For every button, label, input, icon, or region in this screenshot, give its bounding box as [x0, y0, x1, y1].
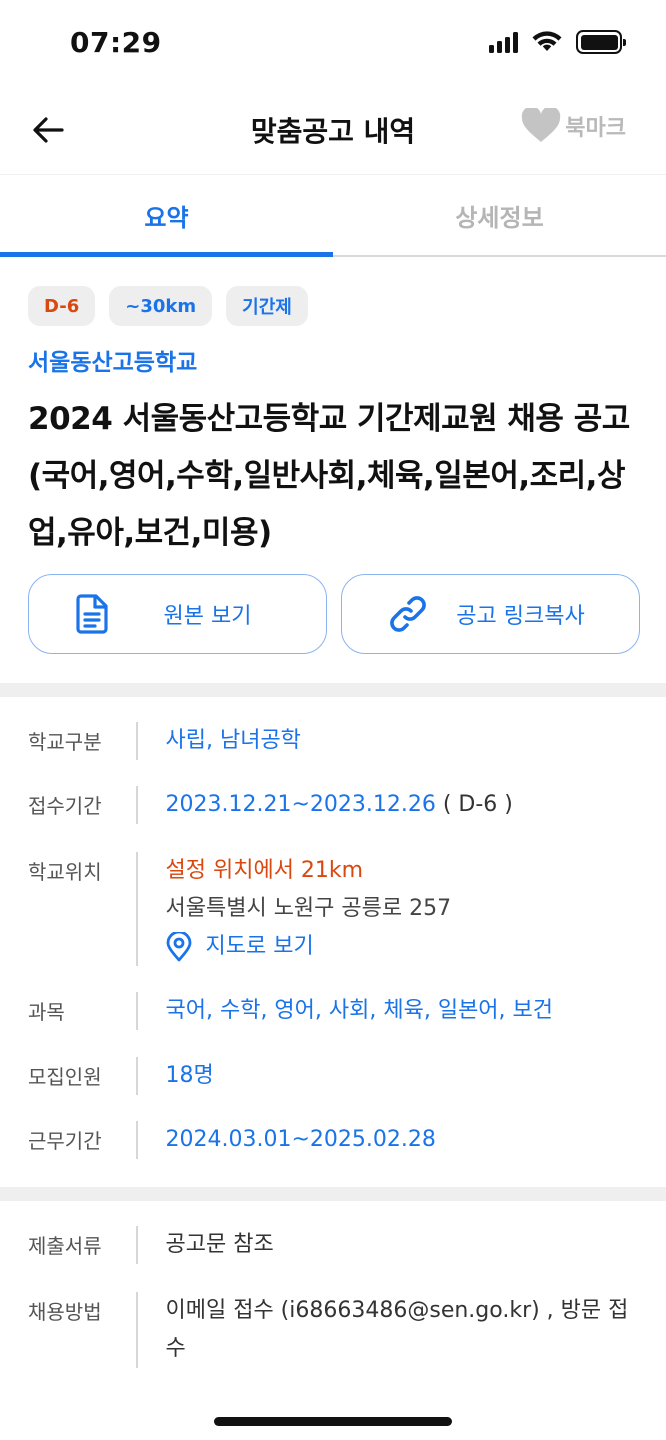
- tab-bar: 요약 상세정보: [0, 176, 666, 257]
- school-name: 서울동산고등학교: [28, 350, 198, 376]
- view-original-button[interactable]: 원본 보기: [28, 574, 327, 654]
- info-label: 학교구분: [28, 730, 102, 754]
- info-row-method: 채용방법 이메일 접수 (i68663486@sen.go.kr) , 방문 접…: [28, 1292, 640, 1368]
- cellular-signal-icon: [489, 31, 518, 53]
- info-label: 채용방법: [28, 1300, 102, 1324]
- view-map-link[interactable]: 지도로 보기: [166, 928, 641, 966]
- info-row-headcount: 모집인원 18명: [28, 1057, 640, 1095]
- info-row-work-period: 근무기간 2024.03.01~2025.02.28: [28, 1121, 640, 1159]
- location-distance: 설정 위치에서 21km: [165, 858, 364, 883]
- summary-section: D-6 ~30km 기간제 서울동산고등학교 2024 서울동산고등학교 기간제…: [28, 286, 640, 562]
- copy-link-button[interactable]: 공고 링크복사: [341, 574, 640, 654]
- school-type-value: 사립, 남녀공학: [165, 728, 301, 753]
- tab-summary[interactable]: 요약: [0, 176, 333, 257]
- section-divider: [0, 1187, 666, 1201]
- posting-title: 2024 서울동산고등학교 기간제교원 채용 공고(국어,영어,수학,일반사회,…: [28, 401, 630, 551]
- info-label: 근무기간: [28, 1129, 102, 1153]
- info-separator: [136, 1292, 138, 1368]
- info-separator: [136, 722, 138, 760]
- section-divider: [0, 683, 666, 697]
- info-separator: [136, 992, 138, 1030]
- home-indicator[interactable]: [214, 1417, 452, 1426]
- info-separator: [136, 852, 138, 966]
- top-nav: 맞춤공고 내역 북마크: [0, 90, 666, 175]
- info-row-subjects: 과목 국어, 수학, 영어, 사회, 체육, 일본어, 보건: [28, 992, 640, 1030]
- bookmark-label: 북마크: [565, 116, 626, 141]
- info-label: 모집인원: [28, 1065, 102, 1089]
- info-label: 과목: [28, 1000, 65, 1024]
- heart-icon: [522, 108, 561, 142]
- distance-chip: ~30km: [109, 286, 213, 326]
- employment-type-chip: 기간제: [226, 286, 308, 326]
- status-bar: 07:29: [0, 0, 666, 90]
- documents-value: 공고문 참조: [165, 1232, 274, 1257]
- info-separator: [136, 1226, 138, 1264]
- bookmark-button[interactable]: 북마크: [521, 108, 626, 144]
- status-icons: [489, 30, 626, 54]
- info-row-apply-period: 접수기간 2023.12.21~2023.12.26 ( D-6 ): [28, 786, 640, 824]
- info-label: 학교위치: [28, 860, 102, 884]
- copy-link-label: 공고 링크복사: [456, 604, 585, 629]
- headcount-value: 18명: [165, 1063, 214, 1088]
- info-separator: [136, 1121, 138, 1159]
- info-row-documents: 제출서류 공고문 참조: [28, 1226, 640, 1264]
- link-icon: [390, 596, 426, 632]
- apply-period-dday: ( D-6 ): [435, 792, 513, 817]
- battery-icon: [576, 30, 626, 54]
- wifi-icon: [532, 31, 562, 51]
- document-icon: [76, 594, 108, 634]
- info-label: 접수기간: [28, 794, 102, 818]
- apply-period-value: 2023.12.21~2023.12.26: [165, 792, 436, 817]
- info-label: 제출서류: [28, 1234, 102, 1258]
- location-address: 서울특별시 노원구 공릉로 257: [165, 896, 452, 921]
- info-row-location: 학교위치 설정 위치에서 21km 서울특별시 노원구 공릉로 257 지도로 …: [28, 852, 640, 966]
- method-value: 이메일 접수 (i68663486@sen.go.kr) , 방문 접수: [165, 1298, 629, 1361]
- subjects-value: 국어, 수학, 영어, 사회, 체육, 일본어, 보건: [165, 998, 554, 1023]
- location-pin-icon: [166, 932, 191, 962]
- tab-details[interactable]: 상세정보: [333, 176, 666, 255]
- view-map-label: 지도로 보기: [205, 934, 314, 959]
- view-original-label: 원본 보기: [163, 604, 252, 629]
- work-period-value: 2024.03.01~2025.02.28: [165, 1127, 436, 1152]
- dday-chip: D-6: [28, 286, 96, 326]
- info-separator: [136, 1057, 138, 1095]
- status-time: 07:29: [70, 26, 162, 59]
- chip-row: D-6 ~30km 기간제: [28, 286, 640, 326]
- info-separator: [136, 786, 138, 824]
- info-row-school-type: 학교구분 사립, 남녀공학: [28, 722, 640, 760]
- action-row: 원본 보기 공고 링크복사: [28, 574, 640, 654]
